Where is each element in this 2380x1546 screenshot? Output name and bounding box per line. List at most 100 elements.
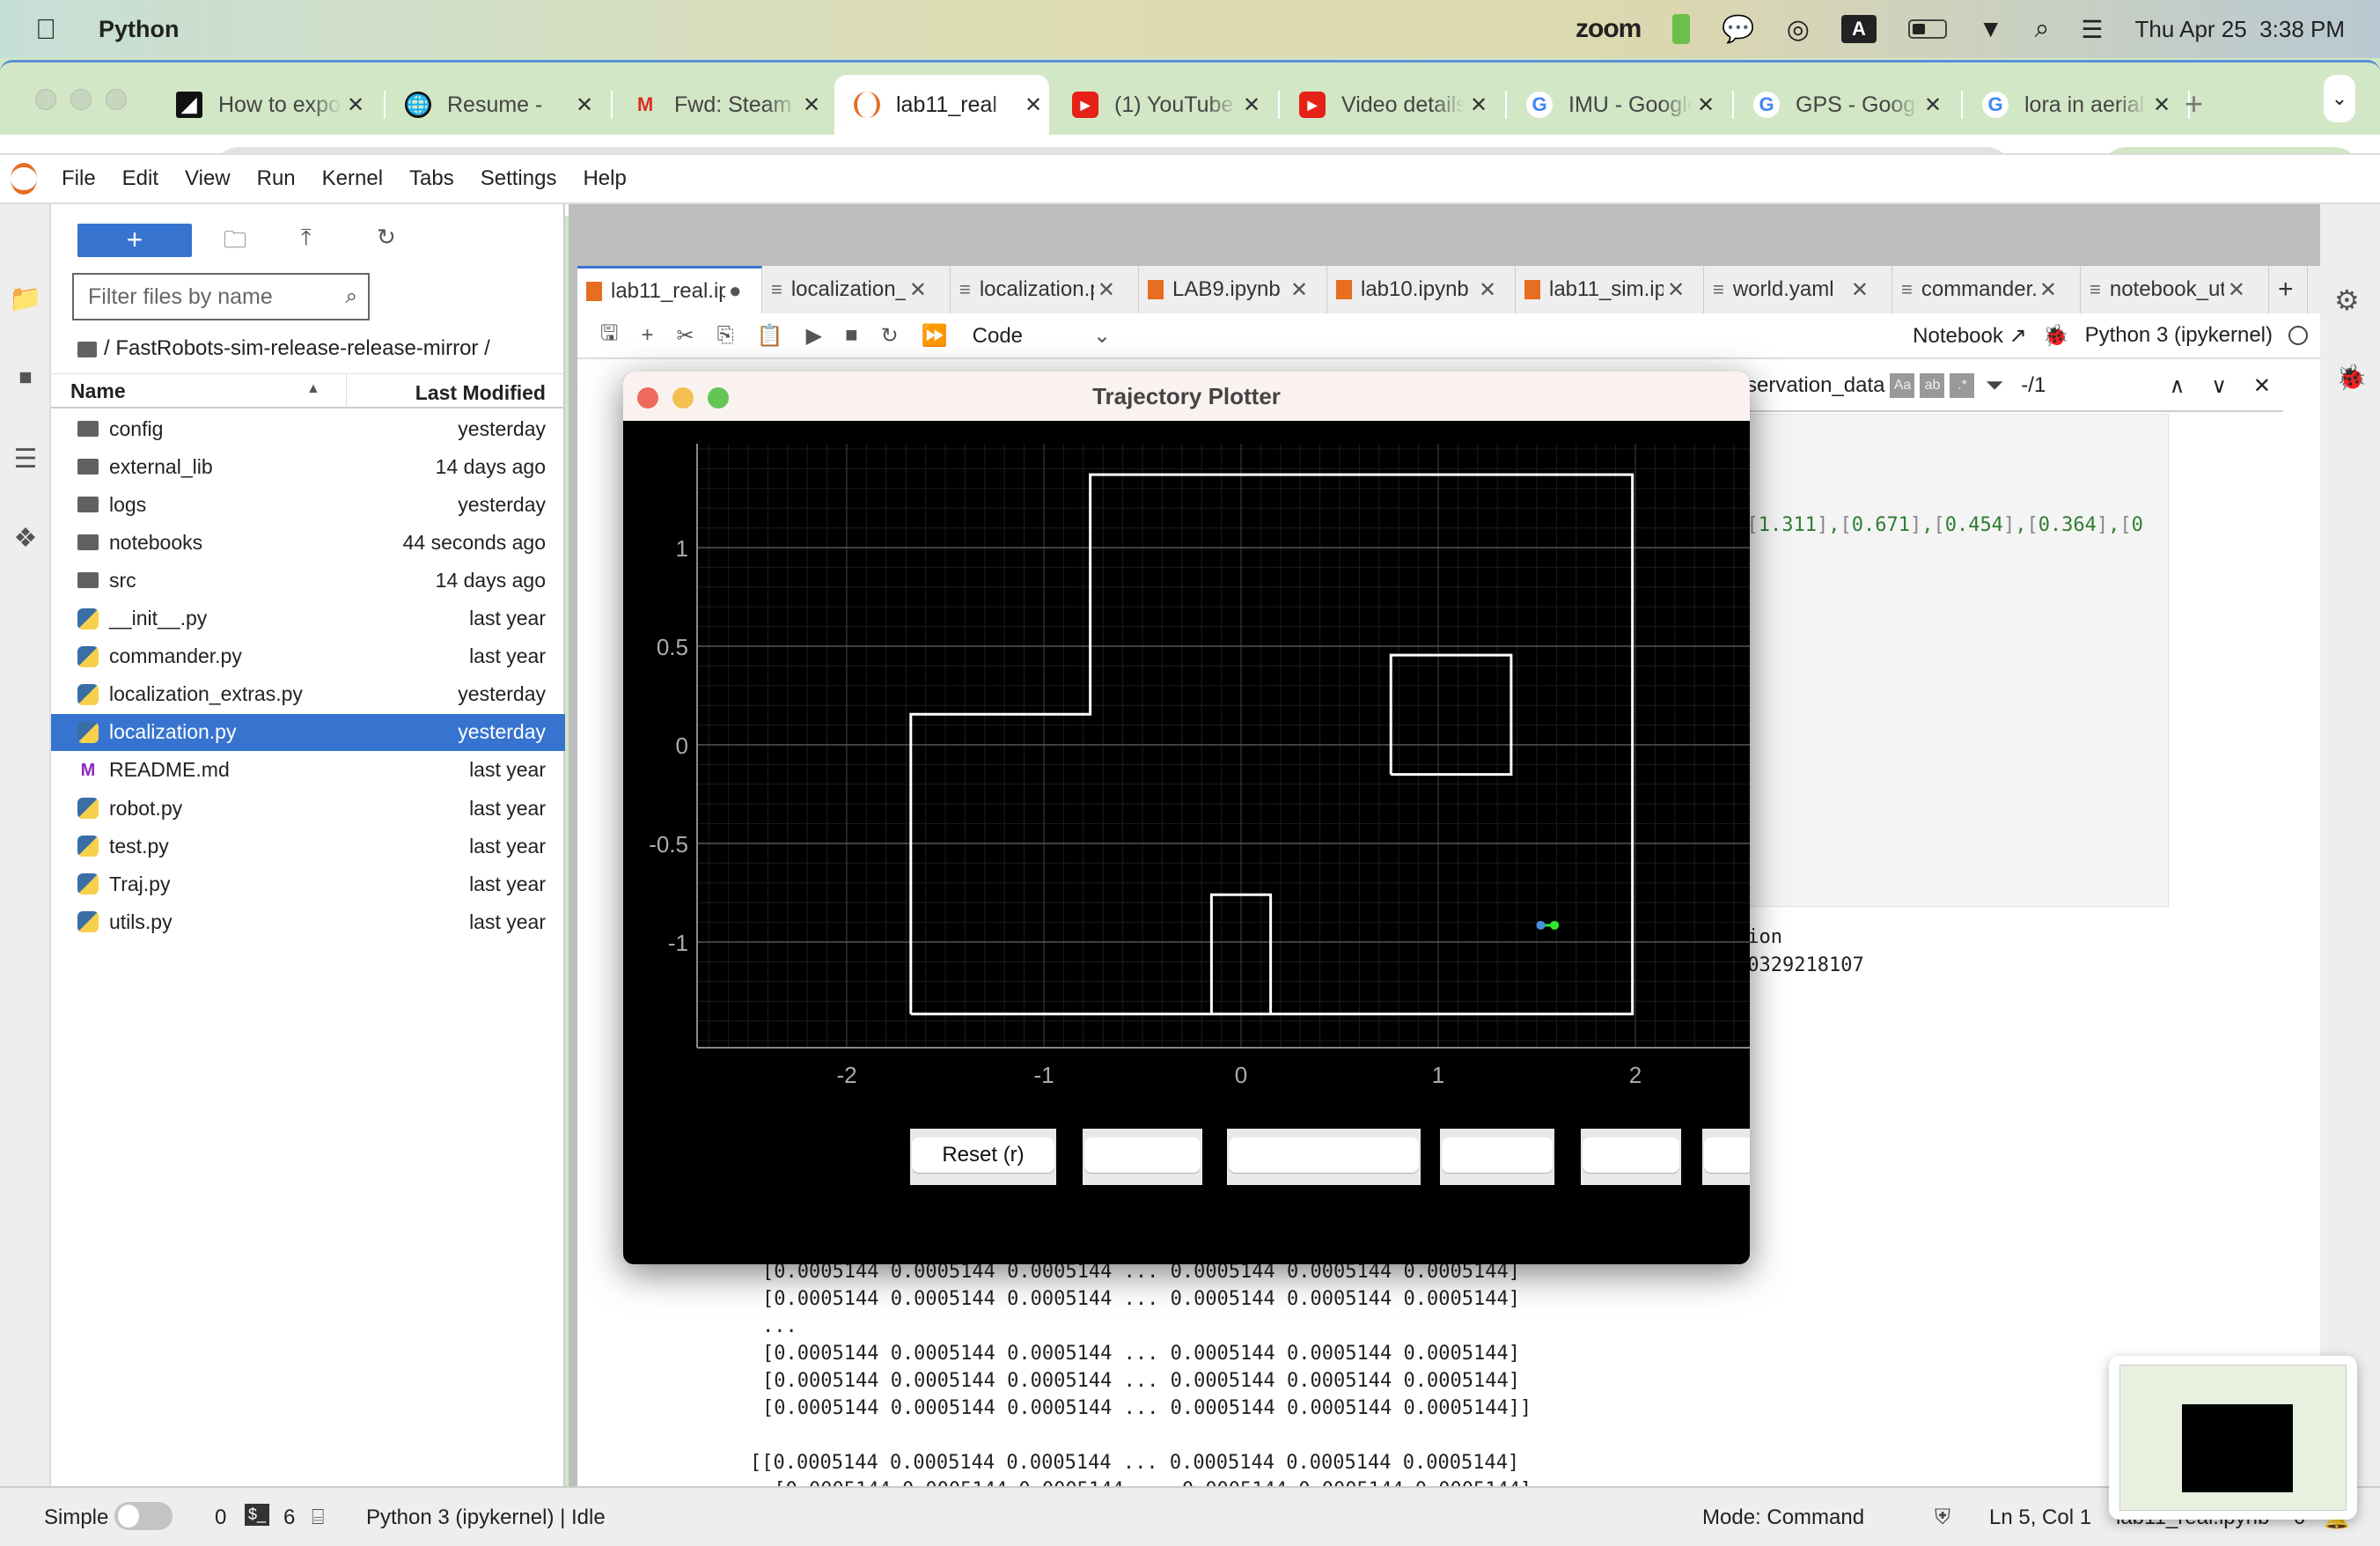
refresh-icon[interactable]: ↻ <box>377 224 396 251</box>
debugger-bug-icon[interactable]: 🐞 <box>2336 363 2367 392</box>
close-tab-icon[interactable]: ✕ <box>1243 92 1260 118</box>
file-row[interactable]: localization.py yesterday <box>51 713 565 751</box>
cut-icon[interactable]: ✂ <box>676 323 694 349</box>
file-row[interactable]: Traj.py last year <box>51 865 565 902</box>
close-tab-icon[interactable]: ✕ <box>347 92 364 118</box>
close-tab-icon[interactable]: ✕ <box>1851 277 1869 303</box>
plotter-button[interactable] <box>1229 1137 1419 1173</box>
previous-match-icon[interactable]: ∧ <box>2170 373 2185 399</box>
paste-icon[interactable]: 📋 <box>757 323 783 349</box>
property-inspector-gears-icon[interactable]: ⚙ <box>2334 283 2360 317</box>
doc-tab[interactable]: ≡ commander.py✕ <box>1892 266 2081 313</box>
kernel-count[interactable]: 6 <box>283 1506 295 1530</box>
plotter-button[interactable] <box>1442 1137 1553 1173</box>
plotter-minimize-button[interactable] <box>672 387 694 409</box>
restart-icon[interactable]: ↻ <box>881 323 899 349</box>
filter-files-input[interactable]: Filter files by name ⌕ <box>72 273 370 320</box>
close-tab-icon[interactable]: ✕ <box>803 92 820 118</box>
window-minimize-button[interactable] <box>70 89 92 110</box>
debugger-bug-icon[interactable]: 🐞 <box>2043 323 2069 349</box>
window-zoom-button[interactable] <box>106 89 127 110</box>
doc-tab[interactable]: ≡ notebook_utils.py✕ <box>2081 266 2269 313</box>
close-tab-icon[interactable]: ✕ <box>576 92 593 118</box>
new-folder-icon[interactable]: 🗀 <box>224 224 246 262</box>
doc-tab[interactable]: LAB9.ipynb ✕ <box>1139 266 1327 313</box>
browser-tab[interactable]: G IMU - Google ✕ <box>1507 75 1727 135</box>
plotter-button[interactable] <box>1084 1137 1201 1173</box>
close-tab-icon[interactable]: ✕ <box>1290 277 1308 303</box>
close-tab-icon[interactable]: ✕ <box>1479 277 1496 303</box>
browser-tab-active[interactable]: lab11_real ✕ <box>834 75 1049 135</box>
cell-type-select[interactable]: Code ⌄ <box>973 323 1111 349</box>
wechat-icon[interactable]: 💬 <box>1722 14 1754 45</box>
unsaved-dot-icon[interactable]: ● <box>729 279 742 304</box>
terminal-icon[interactable]: $_ <box>245 1504 270 1526</box>
menu-kernel[interactable]: Kernel <box>322 166 383 191</box>
copy-icon[interactable]: ⎘ <box>717 323 734 348</box>
column-header-last-modified[interactable]: Last Modified <box>415 381 546 405</box>
doc-tab[interactable]: ≡ localization.py✕ <box>951 266 1139 313</box>
menubar-clock[interactable]: Thu Apr 25 3:38 PM <box>2135 16 2345 43</box>
wifi-icon[interactable]: ▼ <box>1979 15 2003 43</box>
file-row[interactable]: external_lib 14 days ago <box>51 448 565 485</box>
file-row[interactable]: robot.py last year <box>51 790 565 827</box>
plotter-close-button[interactable] <box>637 387 658 409</box>
window-close-button[interactable] <box>35 89 56 110</box>
file-row[interactable]: notebooks 44 seconds ago <box>51 524 565 561</box>
tab-search-chevron-icon[interactable]: ⌄ <box>2324 75 2355 122</box>
file-row[interactable]: logs yesterday <box>51 486 565 523</box>
table-of-contents-icon[interactable]: ☰ <box>9 444 42 477</box>
reset-button[interactable]: Reset (r) <box>912 1137 1054 1173</box>
upload-icon[interactable]: ⤒ <box>301 224 312 252</box>
insert-cell-icon[interactable]: + <box>641 323 653 348</box>
spotlight-icon[interactable]: ⌕ <box>2035 14 2050 44</box>
file-row[interactable]: config yesterday <box>51 410 565 447</box>
menu-file[interactable]: File <box>62 166 96 191</box>
doc-tab[interactable]: ≡ localization_extras.py✕ <box>762 266 951 313</box>
extensions-puzzle-icon[interactable]: ❖ <box>9 523 42 556</box>
menu-tabs[interactable]: Tabs <box>409 166 454 191</box>
plotter-button[interactable] <box>1704 1137 1750 1173</box>
close-tab-icon[interactable]: ✕ <box>909 277 927 303</box>
sort-ascending-icon[interactable]: ▲ <box>306 381 320 397</box>
cpu-chip-icon[interactable]: ⌸ <box>312 1506 324 1530</box>
new-tab-button[interactable]: + <box>2185 85 2203 122</box>
kernel-status[interactable]: Python 3 (ipykernel) | Idle <box>366 1506 606 1530</box>
file-row[interactable]: commander.py last year <box>51 638 565 675</box>
simple-mode-toggle[interactable] <box>114 1502 173 1530</box>
close-tab-icon[interactable]: ✕ <box>2153 92 2171 118</box>
browser-tab[interactable]: M Fwd: Steam ✕ <box>613 75 833 135</box>
battery-icon[interactable] <box>1907 19 1947 39</box>
browser-tab[interactable]: 🌐 Resume - ✕ <box>386 75 606 135</box>
control-center-icon[interactable]: ☰ <box>2081 15 2103 44</box>
file-row[interactable]: __init__.py last year <box>51 600 565 637</box>
app-name[interactable]: Python <box>99 16 180 43</box>
filter-icon[interactable]: ⏷ <box>1985 372 2003 400</box>
screenshot-thumbnail[interactable] <box>2109 1356 2357 1520</box>
file-browser-folder-icon[interactable]: 📁 <box>9 283 42 317</box>
menu-help[interactable]: Help <box>583 166 626 191</box>
running-kernels-icon[interactable]: ⏹ <box>9 363 42 396</box>
close-tab-icon[interactable]: ✕ <box>1924 92 1942 118</box>
match-whole-word-icon[interactable]: ab <box>1920 373 1945 398</box>
match-case-icon[interactable]: Aa <box>1890 373 1915 398</box>
stop-icon[interactable]: ■ <box>845 323 858 348</box>
doc-tab[interactable]: lab11_sim.ipynb✕ <box>1516 266 1704 313</box>
input-source-icon[interactable]: A <box>1840 15 1877 43</box>
menu-run[interactable]: Run <box>257 166 296 191</box>
next-match-icon[interactable]: ∨ <box>2211 373 2227 399</box>
doc-tab[interactable]: lab11_real.ipynb● <box>577 266 762 313</box>
menu-settings[interactable]: Settings <box>481 166 557 191</box>
browser-tab[interactable]: G GPS - Google ✕ <box>1734 75 1954 135</box>
file-row[interactable]: M README.md last year <box>51 752 565 789</box>
kernel-name[interactable]: Python 3 (ipykernel) <box>2085 323 2273 348</box>
regex-icon[interactable]: .* <box>1950 373 1975 398</box>
cursor-position[interactable]: Ln 5, Col 1 <box>1989 1506 2091 1530</box>
file-row[interactable]: test.py last year <box>51 828 565 865</box>
browser-tab[interactable]: G lora in aerial ✕ <box>1963 75 2183 135</box>
trusted-shield-icon[interactable]: ⛨ <box>1935 1506 1950 1530</box>
file-row[interactable]: src 14 days ago <box>51 562 565 599</box>
browser-tab[interactable]: ▶ (1) YouTube ✕ <box>1053 75 1273 135</box>
close-tab-icon[interactable]: ✕ <box>2228 277 2245 303</box>
run-icon[interactable]: ▶ <box>806 323 822 349</box>
